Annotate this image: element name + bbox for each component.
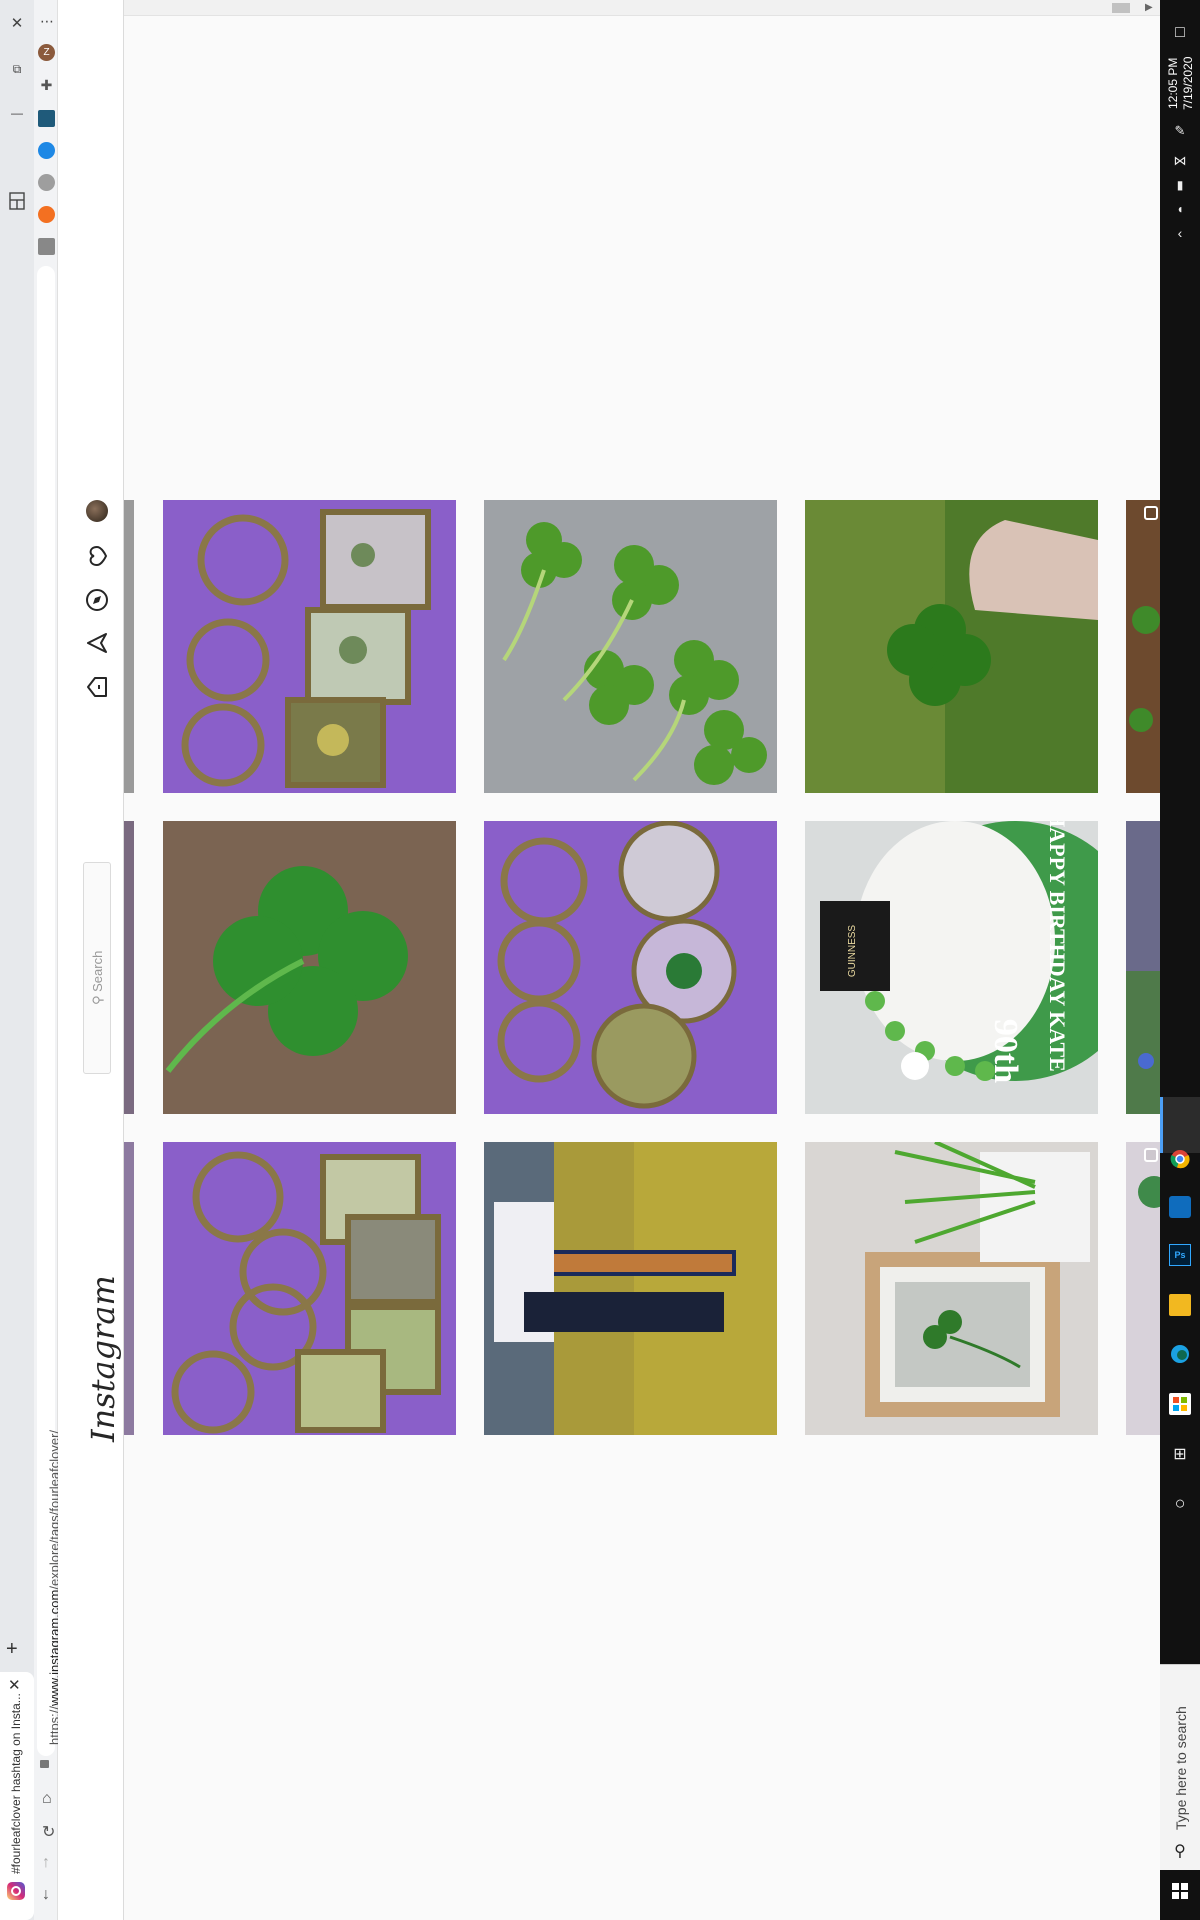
hand-holding-clover-image [805,500,1098,793]
chrome-icon[interactable] [1169,1148,1191,1170]
lock-icon [40,1760,49,1768]
pen-icon[interactable]: ✎ [1169,120,1191,142]
extension-icon[interactable] [38,174,55,191]
instagram-favicon-icon [7,1882,25,1900]
grid-post[interactable] [163,821,456,1114]
extension-icon[interactable] [38,110,55,127]
windows-taskbar [1160,0,1200,1920]
extension-icon[interactable] [38,142,55,159]
person-sitting-on-rail-image [484,1142,777,1435]
profile-avatar[interactable] [86,500,108,522]
outlook-icon[interactable] [1169,1196,1191,1218]
grid-post[interactable] [163,1142,456,1435]
clock-date: 7/19/2020 [1181,56,1195,110]
multiple-posts-icon [1144,1148,1158,1162]
tab-title: #fourleafclover hashtag on Insta... [9,1693,23,1874]
cake-age: 90th [987,1019,1024,1083]
single-four-leaf-clover-on-wood-image [163,821,456,1114]
grid-post[interactable]: GUINNESS HAPPY BIRTHDAY KATE 90th [805,821,1098,1114]
cortana-icon[interactable]: ○ [1169,1492,1191,1514]
clover-partial-image [1126,500,1164,793]
taskbar-search-placeholder: Type here to search [1173,1706,1189,1830]
grid-post-partial[interactable] [1126,1142,1164,1435]
taskbar-active-app [1160,1097,1200,1153]
clover-keychains-purple-square-image [163,500,456,793]
home-icon[interactable] [84,674,110,700]
grid-post-partial[interactable] [1126,821,1164,1114]
extension-icon[interactable] [38,206,55,223]
explore-icon[interactable] [84,587,110,613]
search-icon[interactable]: ⚲ [1169,1840,1191,1862]
back-icon[interactable]: ↓ [42,1886,50,1904]
clover-keychains-round-image [484,821,777,1114]
task-view-icon[interactable]: ⊞ [1169,1443,1191,1465]
forward-icon[interactable]: ↑ [42,1854,50,1872]
vertical-tabs-icon[interactable] [4,188,30,214]
minimize-icon[interactable]: — [4,100,30,126]
home-button-icon[interactable]: ⌂ [42,1790,52,1808]
grid-post[interactable] [484,500,777,793]
refresh-icon[interactable]: ↻ [42,1822,55,1842]
guinness-label: GUINNESS [847,925,858,978]
multiple-posts-icon [1144,506,1158,520]
cake-greeting: HAPPY BIRTHDAY KATE [1045,821,1070,1072]
grid-post[interactable] [484,821,777,1114]
new-tab-button[interactable]: + [6,1638,18,1661]
search-placeholder: ⚲ Search [90,950,105,1005]
grid-post[interactable] [163,500,456,793]
volume-icon[interactable]: ◖ [1169,198,1191,220]
edge-icon[interactable] [1169,1343,1191,1365]
photo-grid: GUINNESS HAPPY BIRTHDAY KATE 90th [124,0,1164,1920]
taskbar-clock[interactable]: 12:05 PM 7/19/2020 [1166,57,1196,110]
direct-icon[interactable] [84,630,110,656]
framed-clover-with-plant-image [805,1142,1098,1435]
clock-time: 12:05 PM [1166,57,1180,109]
guinness-birthday-cake-image: GUINNESS HAPPY BIRTHDAY KATE 90th [805,821,1098,1114]
extensions-icon[interactable]: ✚ [38,77,55,94]
grid-partial-left [124,1142,134,1435]
grid-post[interactable] [484,1142,777,1435]
grid-post[interactable] [805,1142,1098,1435]
store-icon[interactable] [1169,1393,1191,1415]
photoshop-icon[interactable]: Ps [1169,1244,1191,1266]
extension-icon[interactable] [38,238,55,255]
show-hidden-icons-icon[interactable]: ‹ [1169,222,1191,244]
grid-partial-left [124,500,134,793]
instagram-logo[interactable]: Instagram [84,1275,122,1442]
grid-post-partial[interactable] [1126,500,1164,793]
network-icon[interactable]: ⋈ [1169,150,1191,172]
three-leaf-clovers-on-fabric-image [484,500,777,793]
action-center-icon[interactable]: □ [1169,22,1191,44]
file-explorer-icon[interactable] [1169,1294,1191,1316]
tab-actions-icon[interactable]: ⧉ [4,56,30,82]
flowers-partial-image [1126,821,1164,1114]
partial-image [1126,1142,1164,1435]
close-window-icon[interactable]: ✕ [4,10,30,36]
activity-heart-icon[interactable] [84,543,110,569]
grid-post[interactable] [805,500,1098,793]
battery-icon[interactable]: ▮ [1169,174,1191,196]
profile-avatar-icon[interactable]: Z [38,44,55,61]
clover-keychains-square-yellow-image [163,1142,456,1435]
browser-tab-strip: ✕ ⧉ — + ✕ #fourleafclover hashtag on Ins… [0,0,34,1920]
windows-start-icon[interactable] [1169,1880,1191,1902]
grid-partial-left [124,821,134,1114]
more-menu-icon[interactable]: ⋯ [34,8,60,34]
